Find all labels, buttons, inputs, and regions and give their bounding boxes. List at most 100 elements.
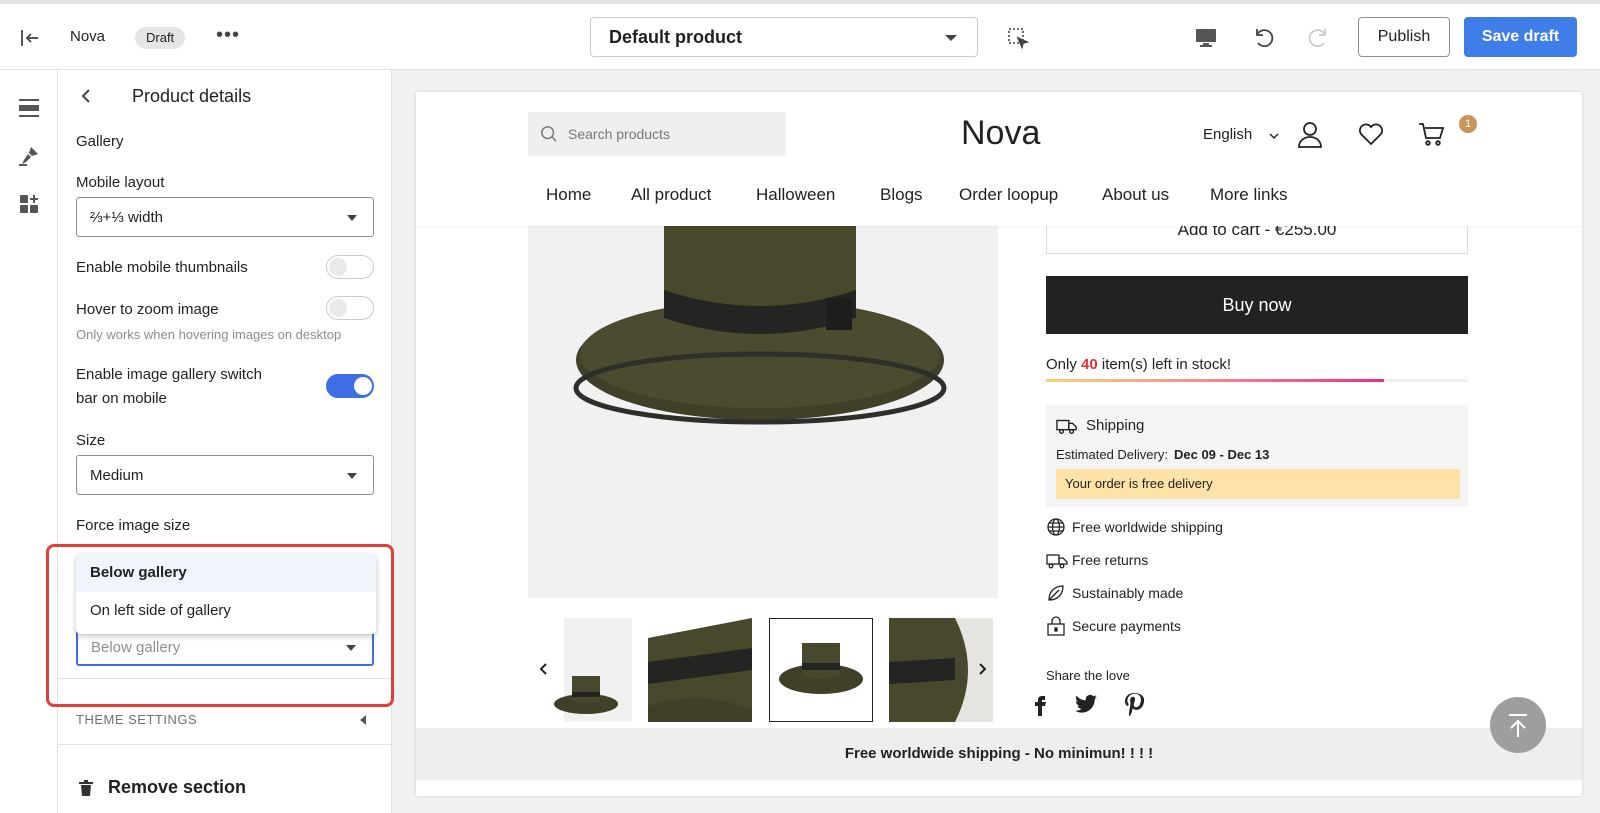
free-delivery-notice: Your order is free delivery — [1056, 469, 1460, 499]
pinterest-icon[interactable] — [1122, 692, 1146, 716]
cart-icon[interactable] — [1418, 120, 1446, 148]
buy-now-button[interactable]: Buy now — [1046, 276, 1468, 334]
back-arrow-icon[interactable] — [76, 86, 96, 106]
dropdown-option-left-side[interactable]: On left side of gallery — [76, 592, 376, 630]
feature-label: Sustainably made — [1072, 585, 1184, 601]
estimated-delivery: Estimated Delivery: Dec 09 - Dec 13 — [1056, 447, 1269, 462]
apps-icon[interactable] — [17, 192, 41, 216]
store-header: Search products Nova English 1 Home All … — [416, 92, 1582, 226]
template-select[interactable]: Default product — [590, 17, 978, 57]
mobile-layout-label: Mobile layout — [76, 174, 165, 191]
desktop-view-icon[interactable] — [1194, 26, 1218, 50]
hover-zoom-help: Only works when hovering images on deskt… — [76, 327, 342, 342]
scroll-to-top-button[interactable] — [1490, 697, 1546, 753]
nav-home[interactable]: Home — [546, 185, 591, 205]
exit-icon[interactable] — [18, 26, 42, 50]
nav-order-lookup[interactable]: Order loopup — [959, 185, 1058, 205]
toggle-knob — [329, 299, 347, 317]
hover-zoom-label: Hover to zoom image — [76, 301, 219, 318]
estimated-delivery-label: Estimated Delivery: — [1056, 447, 1168, 462]
caret-left-icon — [360, 715, 366, 725]
switch-bar-label-line1: Enable image gallery switch — [76, 366, 262, 383]
panel-title: Product details — [132, 86, 252, 106]
nav-halloween[interactable]: Halloween — [756, 185, 835, 205]
mobile-layout-select[interactable]: ⅔+⅓ width — [76, 197, 374, 237]
hat-image — [573, 226, 947, 425]
nav-blogs[interactable]: Blogs — [880, 185, 923, 205]
force-image-size-label: Force image size — [76, 517, 191, 534]
divider — [58, 744, 392, 745]
gallery-heading: Gallery — [76, 133, 124, 150]
redo-icon[interactable] — [1306, 26, 1330, 50]
mobile-thumbnails-label: Enable mobile thumbnails — [76, 259, 248, 276]
announcement-bar: Free worldwide shipping - No minimun! ! … — [416, 728, 1582, 780]
thumbnail-2[interactable] — [648, 618, 752, 722]
search-icon — [541, 126, 557, 142]
facebook-icon[interactable] — [1028, 692, 1052, 716]
editor-sidebar-rail — [0, 70, 58, 813]
stock-progress-bar — [1046, 379, 1468, 382]
hat-closeup-thumbnail — [648, 618, 752, 722]
language-selector[interactable]: English — [1203, 126, 1252, 143]
feature-label: Free returns — [1072, 552, 1149, 568]
size-value: Medium — [90, 467, 144, 484]
twitter-icon[interactable] — [1074, 692, 1098, 716]
chevron-down-icon — [945, 35, 957, 41]
theme-settings-link[interactable]: THEME SETTINGS — [76, 712, 197, 727]
nav-all-product[interactable]: All product — [631, 185, 711, 205]
cart-count-badge: 1 — [1459, 115, 1477, 133]
divider — [58, 678, 392, 679]
feature-label: Free worldwide shipping — [1072, 519, 1223, 535]
size-label: Size — [76, 432, 106, 449]
thumbnail-strip — [528, 618, 998, 722]
store-search-input[interactable]: Search products — [528, 112, 786, 156]
dropdown-option-below-gallery[interactable]: Below gallery — [76, 554, 376, 592]
thumbnail-3-selected[interactable] — [769, 618, 873, 722]
thumbnail-next-icon[interactable] — [972, 659, 992, 679]
nav-about-us[interactable]: About us — [1102, 185, 1169, 205]
sections-icon[interactable] — [17, 96, 41, 120]
mobile-thumbnails-toggle[interactable] — [326, 255, 374, 279]
undo-icon[interactable] — [1252, 26, 1276, 50]
publish-button[interactable]: Publish — [1358, 17, 1450, 57]
store-preview: Add to cart - €255.00 Buy now Only 40 it… — [416, 92, 1582, 796]
leaf-icon — [1048, 585, 1064, 601]
share-label: Share the love — [1046, 668, 1130, 683]
chevron-down-icon — [347, 215, 357, 221]
theme-settings-brush-icon[interactable] — [17, 144, 41, 168]
truck-icon — [1046, 554, 1068, 569]
switch-bar-label-line2: bar on mobile — [76, 390, 167, 407]
search-placeholder: Search products — [568, 126, 670, 142]
chevron-down-icon — [346, 645, 356, 651]
nav-more-links[interactable]: More links — [1210, 185, 1287, 205]
gallery-switch-bar-toggle[interactable] — [326, 374, 374, 398]
template-select-value: Default product — [609, 27, 742, 47]
more-actions-button[interactable]: ••• — [216, 24, 240, 47]
thumbnail-prev-icon[interactable] — [534, 659, 554, 679]
store-logo[interactable]: Nova — [961, 114, 1040, 153]
estimated-delivery-dates: Dec 09 - Dec 13 — [1173, 447, 1270, 462]
arrow-up-icon — [1509, 714, 1527, 737]
toggle-knob — [354, 377, 372, 395]
chevron-down-icon — [347, 473, 357, 479]
stock-progress-fill — [1046, 379, 1384, 382]
stock-suffix: item(s) left in stock! — [1097, 356, 1232, 373]
save-draft-button[interactable]: Save draft — [1464, 17, 1577, 57]
shipping-title: Shipping — [1086, 417, 1145, 434]
inspector-select-icon[interactable] — [1006, 26, 1030, 50]
truck-icon — [1056, 419, 1077, 435]
feature-label: Secure payments — [1072, 618, 1181, 634]
status-badge: Draft — [135, 27, 186, 49]
size-select[interactable]: Medium — [76, 455, 374, 495]
hover-zoom-toggle[interactable] — [326, 296, 374, 320]
shipping-box: Shipping Estimated Delivery: Dec 09 - Dec… — [1046, 405, 1468, 507]
wishlist-heart-icon[interactable] — [1357, 120, 1385, 148]
hat-thumbnail — [779, 643, 863, 694]
product-main-image[interactable] — [528, 226, 998, 598]
store-name: Nova — [70, 28, 106, 45]
globe-icon — [1047, 518, 1065, 536]
stock-count: 40 — [1081, 356, 1098, 373]
trash-icon — [79, 780, 93, 796]
account-icon[interactable] — [1296, 120, 1324, 148]
stock-prefix: Only — [1046, 356, 1082, 373]
